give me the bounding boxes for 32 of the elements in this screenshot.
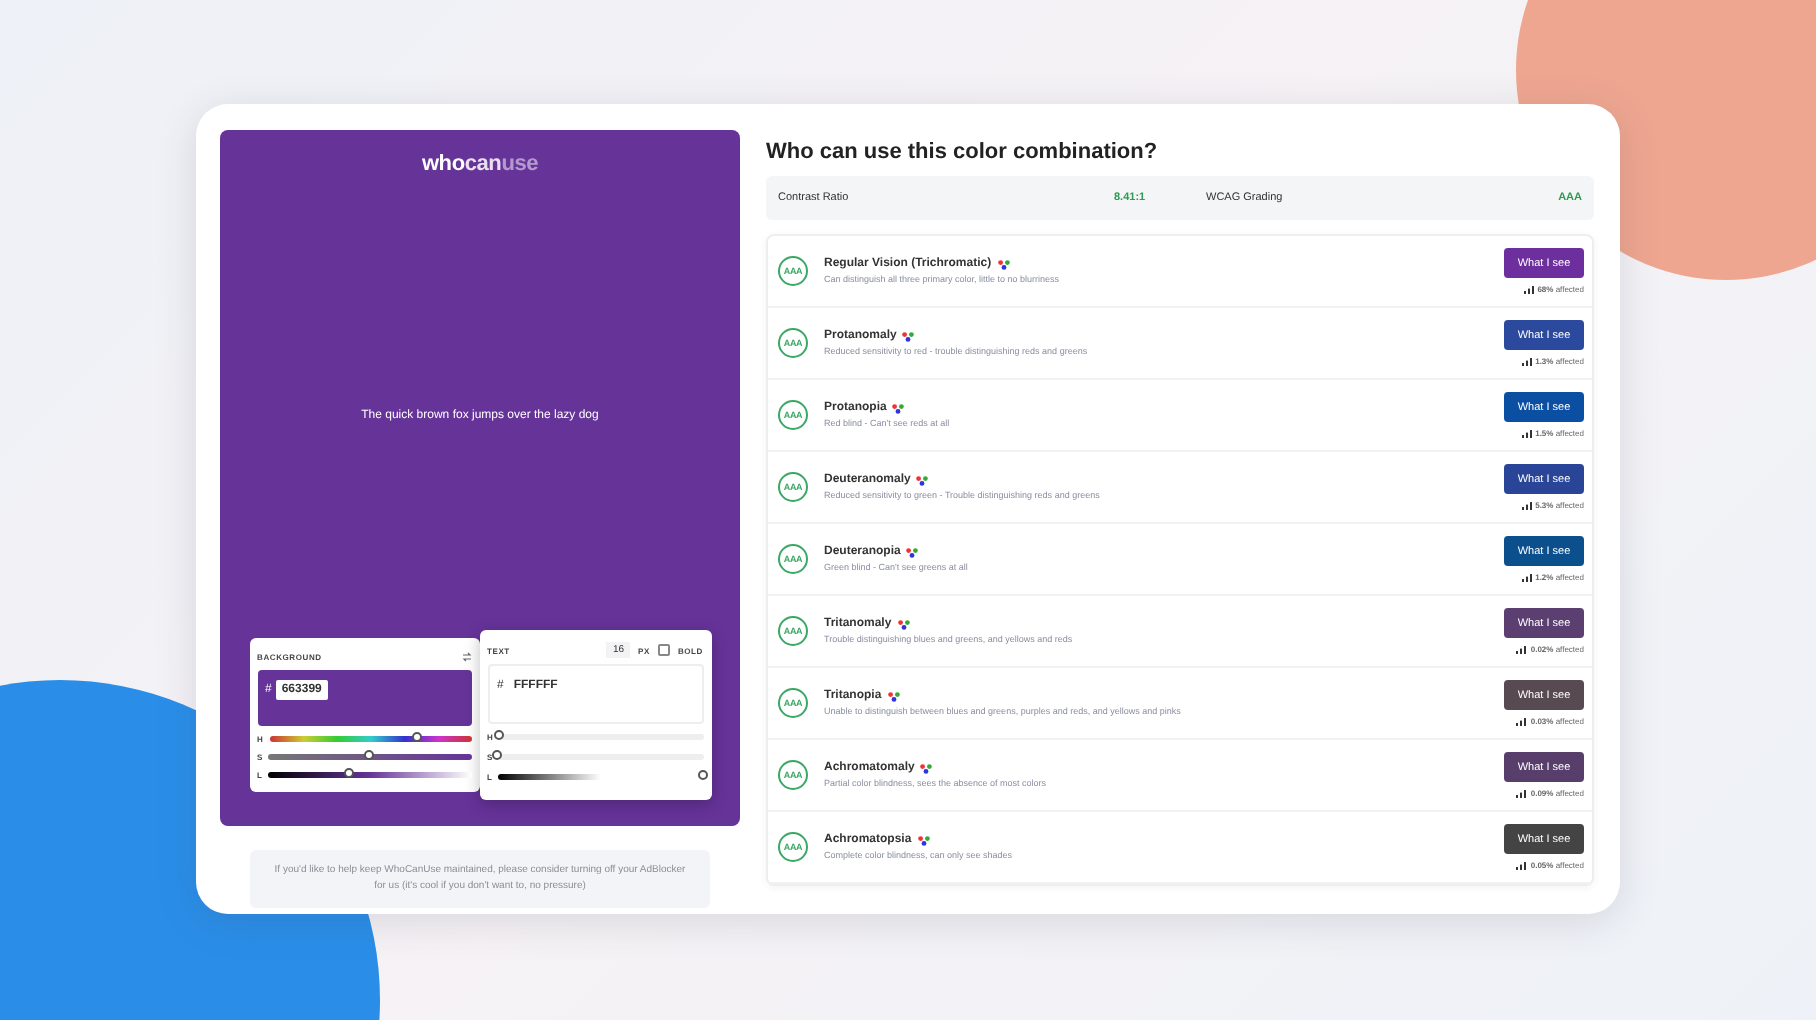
slider-track[interactable] xyxy=(498,774,703,780)
slider-thumb[interactable] xyxy=(363,750,374,761)
color-dots-icon xyxy=(892,403,905,413)
color-dots-icon xyxy=(902,331,915,341)
bold-checkbox[interactable] xyxy=(657,644,670,656)
color-dots-icon xyxy=(906,547,919,557)
bar-chart-icon xyxy=(1521,573,1532,581)
slider-thumb[interactable] xyxy=(493,730,504,740)
slider-track[interactable] xyxy=(268,772,471,779)
bar-chart-icon xyxy=(1521,429,1532,437)
color-dots-icon xyxy=(887,691,900,701)
bar-chart-icon xyxy=(1516,861,1527,869)
slider-thumb[interactable] xyxy=(343,768,354,779)
slider-track[interactable] xyxy=(269,735,471,742)
bar-chart-icon xyxy=(1521,357,1532,365)
color-dots-icon xyxy=(916,475,929,485)
color-dots-icon xyxy=(897,619,910,629)
bar-chart-icon xyxy=(1521,501,1532,509)
slider-track[interactable] xyxy=(268,754,471,761)
slider-thumb[interactable] xyxy=(492,750,503,760)
bar-chart-icon xyxy=(1516,645,1527,653)
color-dots-icon xyxy=(917,835,930,845)
bar-chart-icon xyxy=(1516,717,1527,725)
swap-icon[interactable] xyxy=(461,652,471,663)
page-title: Who can use this color combination? xyxy=(766,140,1160,164)
slider-thumb[interactable] xyxy=(697,770,707,780)
color-dots-icon xyxy=(920,763,933,773)
bar-chart-icon xyxy=(1523,285,1534,293)
logo: whocanuse xyxy=(421,152,539,176)
color-dots-icon xyxy=(997,259,1010,269)
bar-chart-icon xyxy=(1516,789,1527,797)
slider-thumb[interactable] xyxy=(412,731,423,742)
